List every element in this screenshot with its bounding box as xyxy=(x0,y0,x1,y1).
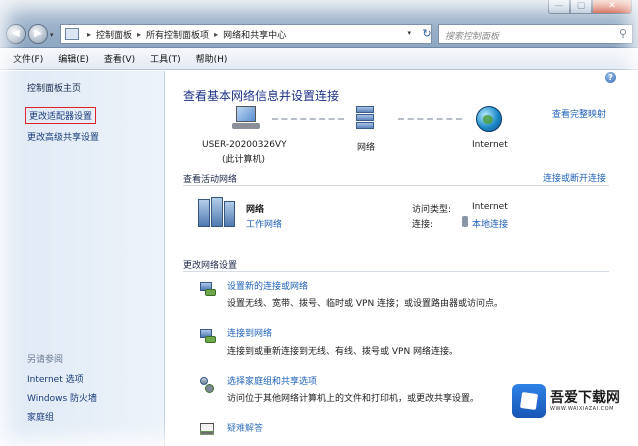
homegroup-icon xyxy=(198,373,218,393)
menu-edit[interactable]: 编辑(E) xyxy=(58,52,89,65)
network-icon[interactable] xyxy=(354,106,376,130)
computer-sub-label: (此计算机) xyxy=(222,155,266,165)
control-panel-icon xyxy=(65,28,79,40)
help-icon[interactable]: ? xyxy=(605,72,616,83)
setup-new-connection-desc: 设置无线、宽带、拨号、临时或 VPN 连接；或设置路由器或访问点。 xyxy=(227,299,504,309)
troubleshoot-icon xyxy=(198,419,218,439)
view-full-map-link[interactable]: 查看完整映射 xyxy=(552,107,606,120)
new-connection-icon xyxy=(198,278,218,298)
homegroup-sharing-link[interactable]: 选择家庭组和共享选项 xyxy=(227,374,317,387)
maximize-icon: ▢ xyxy=(576,1,586,11)
menu-tools[interactable]: 工具(T) xyxy=(150,52,181,65)
menu-view[interactable]: 查看(V) xyxy=(104,52,135,65)
watermark-cube-icon xyxy=(512,384,546,418)
sidebar-see-also-title: 另请参阅 xyxy=(27,355,64,365)
computer-icon[interactable] xyxy=(230,104,262,132)
menu-help[interactable]: 帮助(H) xyxy=(196,52,228,65)
internet-label: Internet xyxy=(472,140,508,150)
refresh-icon[interactable]: ↻ xyxy=(420,25,434,42)
sidebar-change-advanced-sharing[interactable]: 更改高级共享设置 xyxy=(27,130,99,143)
minimize-icon: — xyxy=(554,1,564,11)
back-arrow-icon: ◀ xyxy=(12,28,20,39)
ethernet-plug-icon xyxy=(462,216,468,227)
connections-label: 连接: xyxy=(412,220,434,230)
sidebar-homegroup[interactable]: 家庭组 xyxy=(27,410,54,423)
active-networks-title: 查看活动网络 xyxy=(183,175,238,185)
connect-to-network-link[interactable]: 连接到网络 xyxy=(227,326,272,339)
breadcrumb-separator-icon[interactable]: ▸ xyxy=(214,30,218,39)
internet-globe-icon[interactable] xyxy=(476,106,502,132)
troubleshoot-link[interactable]: 疑难解答 xyxy=(227,421,263,434)
connect-or-disconnect-link[interactable]: 连接或断开连接 xyxy=(543,171,606,184)
sidebar-internet-options[interactable]: Internet 选项 xyxy=(27,372,84,385)
close-button[interactable]: ✕ xyxy=(592,0,632,14)
search-input[interactable]: 搜索控制面板 ⚲ xyxy=(438,24,633,44)
homegroup-sharing-desc: 访问位于其他网络计算机上的文件和打印机，或更改共享设置。 xyxy=(227,394,480,404)
active-network-name: 网络 xyxy=(246,205,265,215)
sidebar-change-adapter-settings[interactable]: 更改适配器设置 xyxy=(25,107,97,124)
section-divider xyxy=(183,271,609,272)
page-title: 查看基本网络信息并设置连接 xyxy=(183,89,340,103)
watermark-logo: 吾爱下载网 WWW.WAIXIAZAI.COM xyxy=(512,384,634,428)
access-type-label: 访问类型: xyxy=(412,205,452,215)
computer-name-label: USER-20200326VY xyxy=(202,140,287,150)
menu-file[interactable]: 文件(F) xyxy=(13,52,43,65)
maximize-button[interactable]: ▢ xyxy=(570,0,592,14)
breadcrumb-network-center[interactable]: 网络和共享中心 xyxy=(223,28,286,41)
network-type-link[interactable]: 工作网络 xyxy=(246,217,282,230)
address-dropdown-icon[interactable]: ▾ xyxy=(407,29,411,37)
sidebar xyxy=(0,71,165,446)
breadcrumb-separator-icon[interactable]: ▸ xyxy=(137,30,141,39)
forward-arrow-icon: ▶ xyxy=(34,28,42,39)
recent-pages-dropdown-icon[interactable]: ▾ xyxy=(50,31,54,39)
sidebar-windows-firewall[interactable]: Windows 防火墙 xyxy=(27,391,97,404)
forward-button[interactable]: ▶ xyxy=(28,24,48,44)
sidebar-control-panel-home[interactable]: 控制面板主页 xyxy=(27,81,81,94)
breadcrumb-separator-icon[interactable]: ▸ xyxy=(87,30,91,39)
network-bench-icon xyxy=(198,195,236,229)
breadcrumb-all-items[interactable]: 所有控制面板项 xyxy=(146,28,209,41)
connect-network-icon xyxy=(198,325,218,345)
setup-new-connection-link[interactable]: 设置新的连接或网络 xyxy=(227,279,308,292)
watermark-url: WWW.WAIXIAZAI.COM xyxy=(550,406,614,412)
back-button[interactable]: ◀ xyxy=(6,24,26,44)
breadcrumb-control-panel[interactable]: 控制面板 xyxy=(96,28,132,41)
search-icon[interactable]: ⚲ xyxy=(619,27,627,40)
connect-to-network-desc: 连接到或重新连接到无线、有线、拨号或 VPN 网络连接。 xyxy=(227,347,459,357)
minimize-button[interactable]: — xyxy=(548,0,570,14)
watermark-name: 吾爱下载网 xyxy=(550,390,620,406)
connection-line xyxy=(272,118,344,120)
menu-bar: 文件(F) 编辑(E) 查看(V) 工具(T) 帮助(H) xyxy=(0,48,638,70)
address-bar[interactable]: ▸ 控制面板 ▸ 所有控制面板项 ▸ 网络和共享中心 ▾ xyxy=(60,24,432,44)
network-label: 网络 xyxy=(357,143,376,153)
search-placeholder: 搜索控制面板 xyxy=(445,32,500,42)
access-type-value: Internet xyxy=(472,202,508,212)
section-divider xyxy=(183,185,609,186)
local-connection-link[interactable]: 本地连接 xyxy=(472,217,508,230)
connection-line xyxy=(398,118,462,120)
change-settings-title: 更改网络设置 xyxy=(183,261,238,271)
close-icon: ✕ xyxy=(608,1,616,11)
